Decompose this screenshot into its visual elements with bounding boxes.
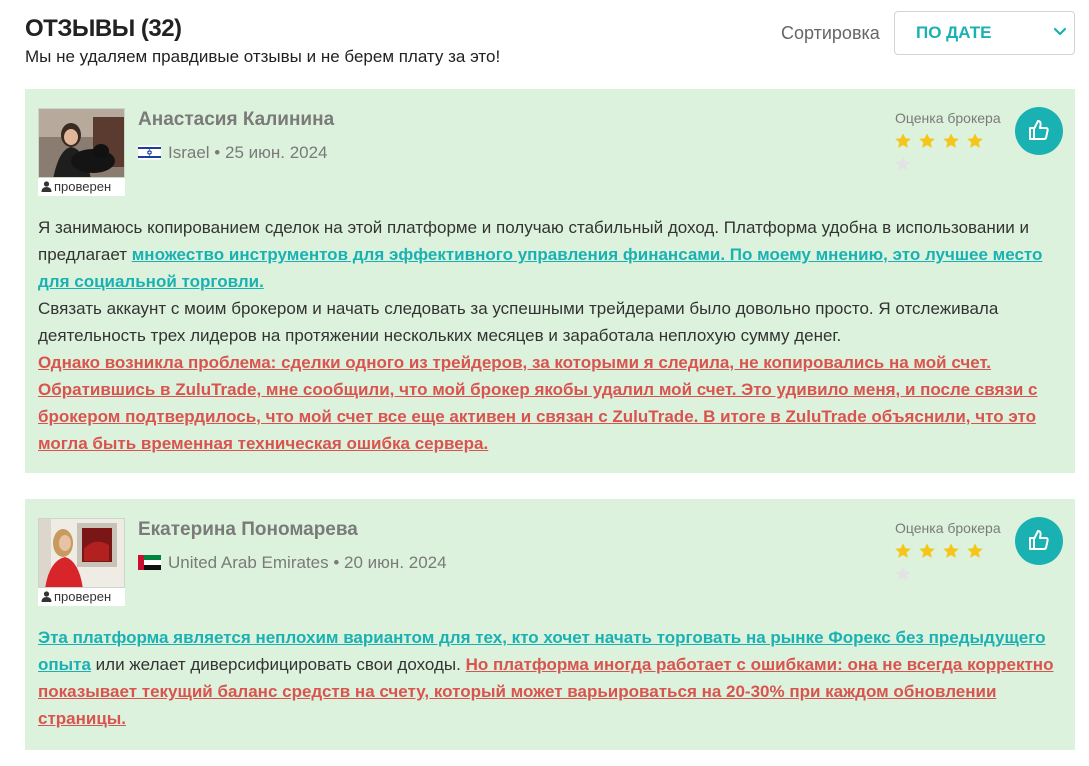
thumbs-up-button[interactable] [1015,517,1063,565]
review-date: 20 июн. 2024 [344,553,447,572]
review-country: Israel [168,143,210,162]
star-filled-icon [895,543,911,558]
thumbs-up-icon [1029,120,1049,140]
avatar [38,518,125,588]
israel-flag-icon [138,145,161,160]
rating-label: Оценка брокера [895,110,1001,126]
review-date: 25 июн. 2024 [224,143,328,162]
review-text-part: Связать аккаунт с моим брокером и начать… [38,299,999,345]
thumbs-up-button[interactable] [1015,107,1063,155]
thumbs-up-icon [1029,530,1049,550]
verified-badge: проверен [38,178,125,196]
review-card: проверен Екатерина Пономарева United Ara… [25,499,1075,750]
positive-highlight: множество инструментов для эффективного … [38,245,1043,291]
star-empty-icon [895,566,911,581]
rating-stars [894,132,1004,171]
star-filled-icon [943,543,959,558]
page-title: ОТЗЫВЫ (32) [25,15,182,42]
uae-flag-icon [138,555,161,570]
verified-badge: проверен [38,588,125,606]
star-filled-icon [967,133,983,148]
review-meta: Israel • 25 июн. 2024 [138,142,328,164]
rating-stars [894,542,1004,581]
review-meta: United Arab Emirates • 20 июн. 2024 [138,552,447,574]
review-text-part: или желает диверсифицировать свои доходы… [90,655,466,674]
user-icon [41,181,52,192]
star-filled-icon [943,133,959,148]
sort-select-value: ПО ДАТЕ [916,23,992,42]
review-country: United Arab Emirates [168,553,329,572]
star-filled-icon [919,543,935,558]
star-empty-icon [895,156,911,171]
verified-label: проверен [54,589,112,604]
sort-label: Сортировка [781,23,880,43]
star-filled-icon [895,133,911,148]
review-text: Эта платформа является неплохим варианто… [38,624,1068,732]
reviews-header: ОТЗЫВЫ (32) Мы не удаляем правдивые отзы… [25,11,1075,74]
review-card: проверен Анастасия Калинина Israel • 25 … [25,89,1075,473]
negative-highlight: Однако возникла проблема: сделки одного … [38,353,1038,453]
reviewer-name: Анастасия Калинина [138,109,335,130]
user-icon [41,591,52,602]
star-filled-icon [967,543,983,558]
review-text: Я занимаюсь копированием сделок на этой … [38,214,1068,457]
chevron-down-icon [1053,27,1067,36]
rating-label: Оценка брокера [895,520,1001,536]
sort-select[interactable]: ПО ДАТЕ [894,11,1075,55]
reviewer-name: Екатерина Пономарева [138,519,358,540]
page-subtitle: Мы не удаляем правдивые отзывы и не бере… [25,47,501,66]
avatar [38,108,125,178]
star-filled-icon [919,133,935,148]
verified-label: проверен [54,179,112,194]
